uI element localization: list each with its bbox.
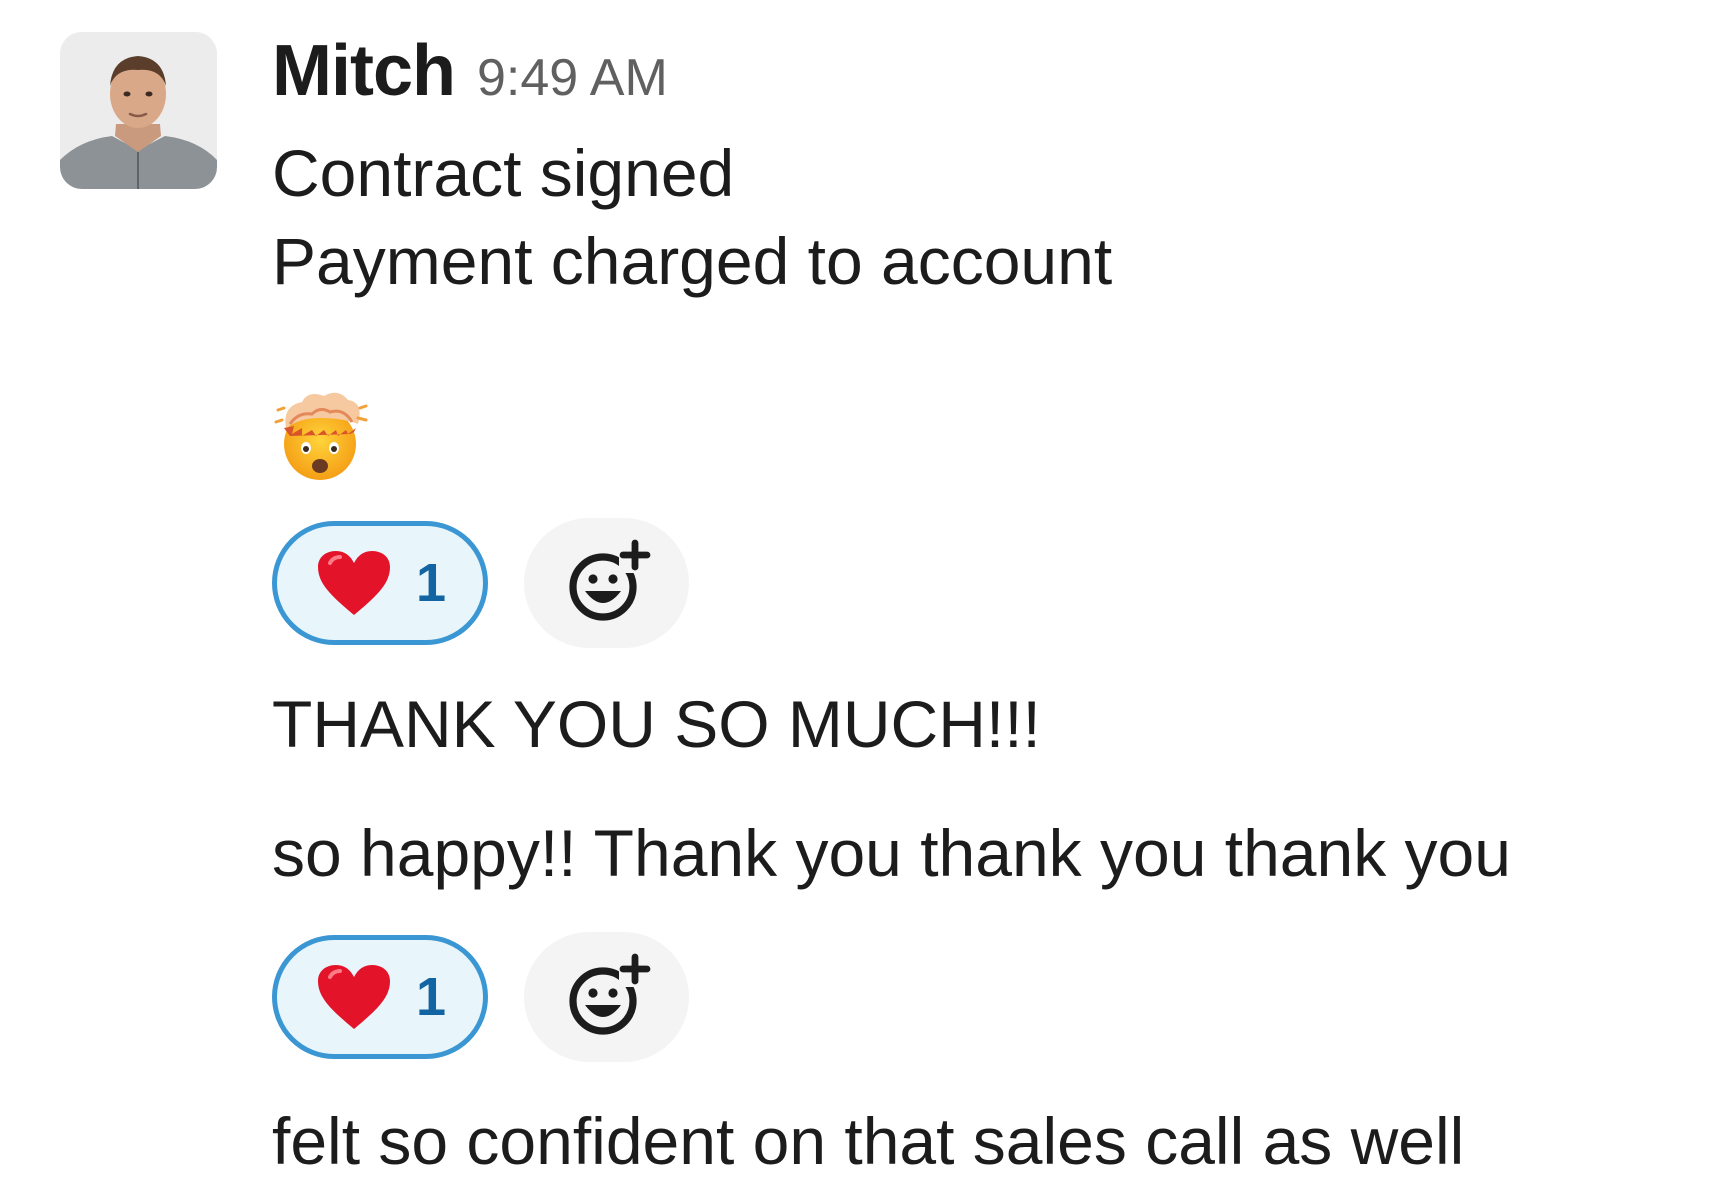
reaction-count: 1 [415, 967, 447, 1027]
heart-reaction-button[interactable]: 1 [272, 935, 488, 1059]
heart-reaction-button[interactable]: 1 [272, 521, 488, 645]
heart-icon [317, 551, 390, 615]
message-header: Mitch 9:49 AM [272, 30, 668, 112]
avatar[interactable] [60, 32, 217, 189]
add-reaction-button[interactable] [524, 518, 689, 648]
user-avatar-icon [60, 32, 217, 189]
message-text-line: Payment charged to account [272, 224, 1113, 298]
message-text-line: felt so confident on that sales call as … [272, 1104, 1465, 1178]
heart-icon [317, 965, 390, 1029]
message-text-line: so happy!! Thank you thank you thank you [272, 816, 1511, 890]
message-text-line: Contract signed [272, 136, 735, 210]
timestamp[interactable]: 9:49 AM [477, 48, 668, 108]
reaction-bar: 1 [272, 932, 689, 1062]
reaction-count: 1 [415, 553, 447, 613]
add-reaction-icon [568, 953, 651, 1035]
message-text-line: THANK YOU SO MUCH!!! [272, 687, 1041, 761]
exploding-head-icon [274, 392, 368, 480]
author-name[interactable]: Mitch [272, 30, 456, 112]
add-reaction-button[interactable] [524, 932, 689, 1062]
reaction-bar: 1 [272, 518, 689, 648]
add-reaction-icon [568, 539, 651, 621]
exploding-head-emoji [272, 388, 368, 484]
